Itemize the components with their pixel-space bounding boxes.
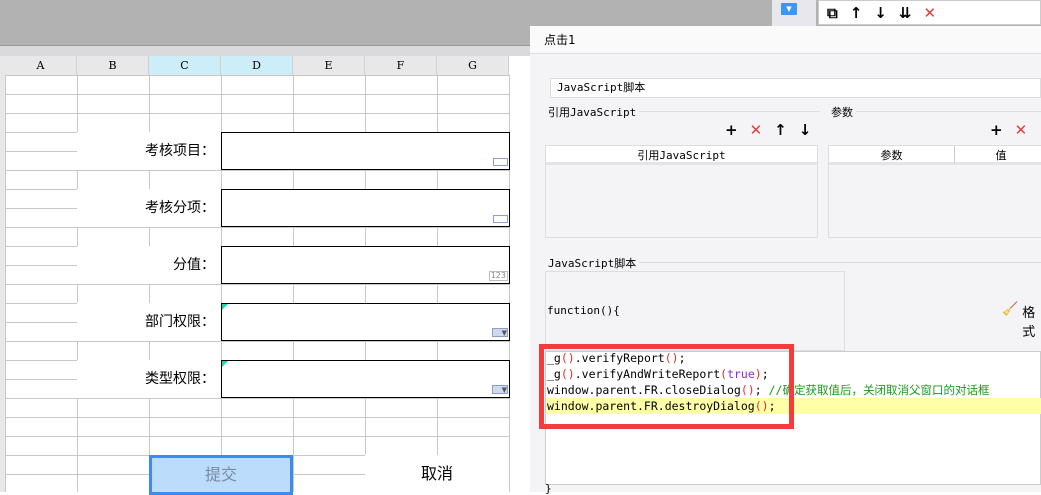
grid-row-line	[5, 170, 510, 171]
cancel-button[interactable]: 取消	[365, 455, 509, 495]
arrow-up-icon[interactable]: ↑	[850, 4, 863, 22]
event-type-select[interactable]: JavaScript脚本	[550, 78, 1041, 98]
grid-row-line	[5, 398, 510, 399]
delete-icon[interactable]: ✕	[750, 121, 763, 139]
move-bottom-icon[interactable]: ⇊	[899, 4, 912, 22]
col-header-b[interactable]: B	[77, 56, 149, 75]
delete-icon[interactable]: ✕	[1015, 121, 1028, 139]
grid-row-line	[5, 341, 510, 342]
field-label-dept: 部门权限：	[77, 303, 221, 341]
delete-icon[interactable]: ✕	[923, 4, 936, 22]
grid-row-line	[5, 113, 510, 114]
function-footer: }	[545, 482, 552, 495]
param-value-header: 值	[955, 146, 1041, 165]
project-field[interactable]	[221, 132, 510, 170]
sheet-separator	[0, 46, 530, 56]
add-icon[interactable]: +	[990, 121, 1003, 139]
param-name-header: 参数	[829, 146, 955, 165]
col-header-a[interactable]: A	[5, 56, 77, 75]
col-header-c[interactable]: C	[149, 56, 221, 75]
dialog-title: 点击1	[530, 26, 1041, 54]
event-toolbar: ⧉ ↑ ↓ ⇊ ✕	[818, 0, 1041, 25]
grid-row-line	[5, 436, 510, 437]
dept-permission-combo[interactable]: ▼	[221, 303, 510, 341]
params-toolbar: + ✕	[990, 121, 1027, 139]
chevron-down-icon: ▼	[492, 385, 508, 394]
grid-col-line	[5, 75, 6, 492]
function-header-box: function(){	[545, 271, 845, 351]
copy-icon[interactable]: ⧉	[827, 4, 838, 22]
arrow-down-icon[interactable]: ↓	[799, 121, 812, 139]
field-label-type: 类型权限：	[77, 360, 221, 398]
grid-row-line	[5, 94, 510, 95]
grid-row-line	[5, 284, 510, 285]
score-field[interactable]: 123	[221, 246, 510, 284]
textbox-widget-icon	[493, 215, 508, 223]
chevron-down-icon: ▼	[492, 328, 508, 337]
params-table[interactable]: 参数 值	[828, 145, 1041, 238]
add-icon[interactable]: +	[725, 121, 738, 139]
grid-row-line	[5, 417, 510, 418]
divider	[828, 111, 1041, 112]
field-label-subitem: 考核分项：	[77, 189, 221, 227]
col-header-f[interactable]: F	[365, 56, 437, 75]
script-legend: JavaScript脚本	[545, 255, 640, 271]
chevron-down-icon[interactable]: ▼	[781, 3, 797, 15]
broom-icon: 🧹	[1002, 302, 1019, 317]
ref-js-legend: 引用JavaScript	[545, 104, 640, 120]
highlight-box	[539, 344, 794, 429]
textbox-widget-icon	[493, 158, 508, 166]
function-header: function(){	[547, 304, 620, 317]
grid-row-line	[5, 227, 510, 228]
col-header-g[interactable]: G	[437, 56, 509, 75]
field-label-project: 考核项目：	[77, 132, 221, 170]
type-permission-combo[interactable]: ▼	[221, 360, 510, 398]
number-widget-icon: 123	[488, 271, 508, 281]
cell-marker-icon	[222, 304, 228, 310]
col-header-d[interactable]: D	[221, 56, 293, 75]
params-legend: 参数	[828, 104, 856, 120]
submit-button[interactable]: 提交	[149, 455, 293, 495]
format-button[interactable]: 🧹 格式	[1002, 302, 1041, 340]
ref-js-toolbar: + ✕ ↑ ↓	[725, 121, 811, 139]
ref-js-column-header: 引用JavaScript	[546, 146, 817, 165]
field-label-score: 分值：	[77, 246, 221, 284]
subitem-field[interactable]	[221, 189, 510, 227]
format-label: 格式	[1022, 306, 1036, 340]
ref-js-table[interactable]: 引用JavaScript	[545, 145, 818, 238]
arrow-up-icon[interactable]: ↑	[774, 121, 787, 139]
col-header-e[interactable]: E	[293, 56, 365, 75]
grid-row-line	[5, 75, 510, 76]
cell-marker-icon	[222, 361, 228, 367]
arrow-down-icon[interactable]: ↓	[874, 4, 887, 22]
canvas-gray-area	[0, 0, 530, 46]
